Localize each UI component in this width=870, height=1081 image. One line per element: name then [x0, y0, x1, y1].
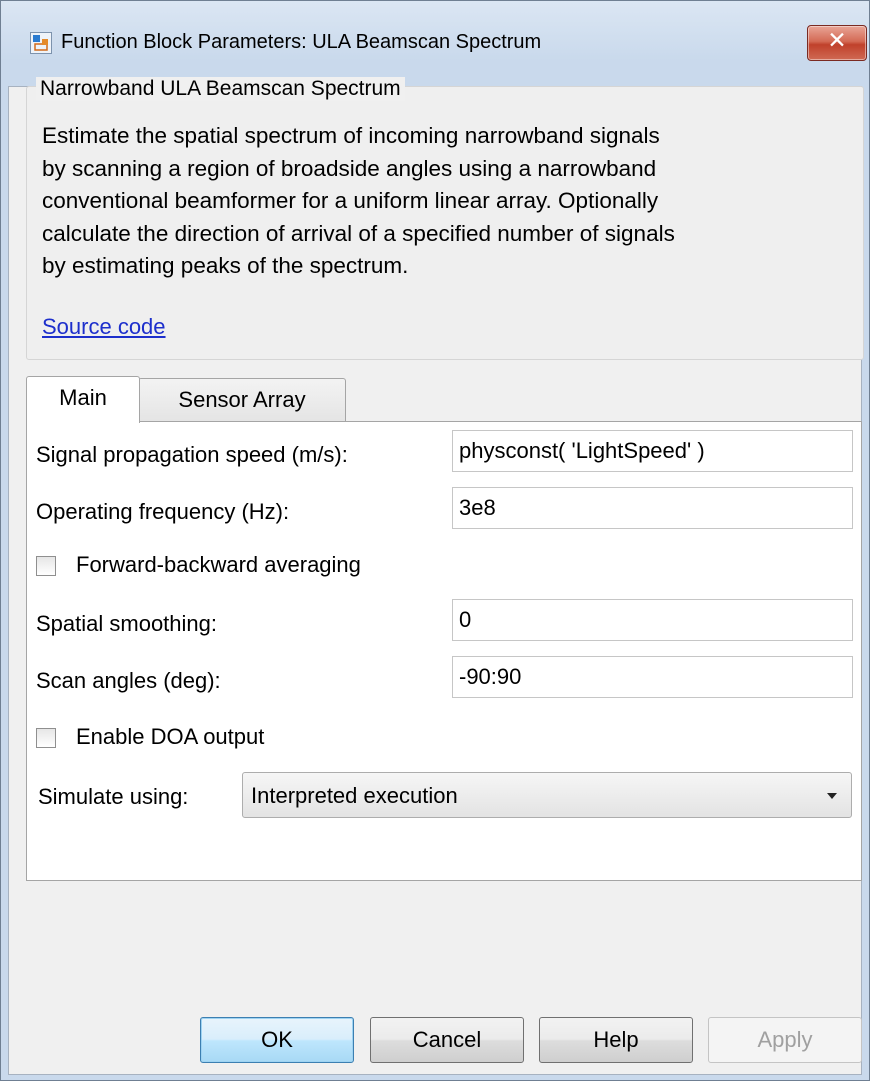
doa-output-checkbox[interactable]	[36, 728, 56, 748]
chevron-down-icon	[827, 793, 837, 799]
block-description: Estimate the spatial spectrum of incomin…	[42, 123, 675, 278]
tab-main[interactable]: Main	[26, 376, 140, 423]
source-code-link[interactable]: Source code	[42, 314, 166, 340]
title-bar[interactable]: Function Block Parameters: ULA Beamscan …	[1, 1, 869, 87]
tab-main-label: Main	[59, 385, 107, 410]
fb-averaging-label: Forward-backward averaging	[76, 552, 361, 577]
tab-sensor-array-label: Sensor Array	[178, 387, 306, 412]
close-button[interactable]: ✕	[807, 25, 867, 61]
fb-averaging-checkbox[interactable]	[36, 556, 56, 576]
propagation-speed-label: Signal propagation speed (m/s):	[36, 442, 348, 467]
ok-button[interactable]: OK	[200, 1017, 354, 1063]
apply-button[interactable]: Apply	[708, 1017, 862, 1063]
operating-frequency-label: Operating frequency (Hz):	[36, 499, 290, 524]
cancel-button[interactable]: Cancel	[370, 1017, 524, 1063]
group-title: Narrowband ULA Beamscan Spectrum	[36, 77, 405, 101]
window-title: Function Block Parameters: ULA Beamscan …	[61, 31, 542, 53]
simulate-using-select[interactable]: Interpreted execution	[242, 772, 852, 818]
spatial-smoothing-label: Spatial smoothing:	[36, 611, 217, 636]
simulate-using-label: Simulate using:	[38, 784, 189, 809]
spatial-smoothing-input[interactable]: 0	[452, 599, 853, 641]
help-button[interactable]: Help	[539, 1017, 693, 1063]
doa-output-label: Enable DOA output	[76, 724, 265, 749]
propagation-speed-input[interactable]: physconst( 'LightSpeed' )	[452, 430, 853, 472]
simulink-block-icon	[30, 32, 52, 54]
scan-angles-label: Scan angles (deg):	[36, 668, 221, 693]
operating-frequency-input[interactable]: 3e8	[452, 487, 853, 529]
simulate-using-value: Interpreted execution	[251, 783, 458, 808]
tab-sensor-array[interactable]: Sensor Array	[138, 378, 346, 423]
close-icon: ✕	[827, 28, 847, 54]
scan-angles-input[interactable]: -90:90	[452, 656, 853, 698]
